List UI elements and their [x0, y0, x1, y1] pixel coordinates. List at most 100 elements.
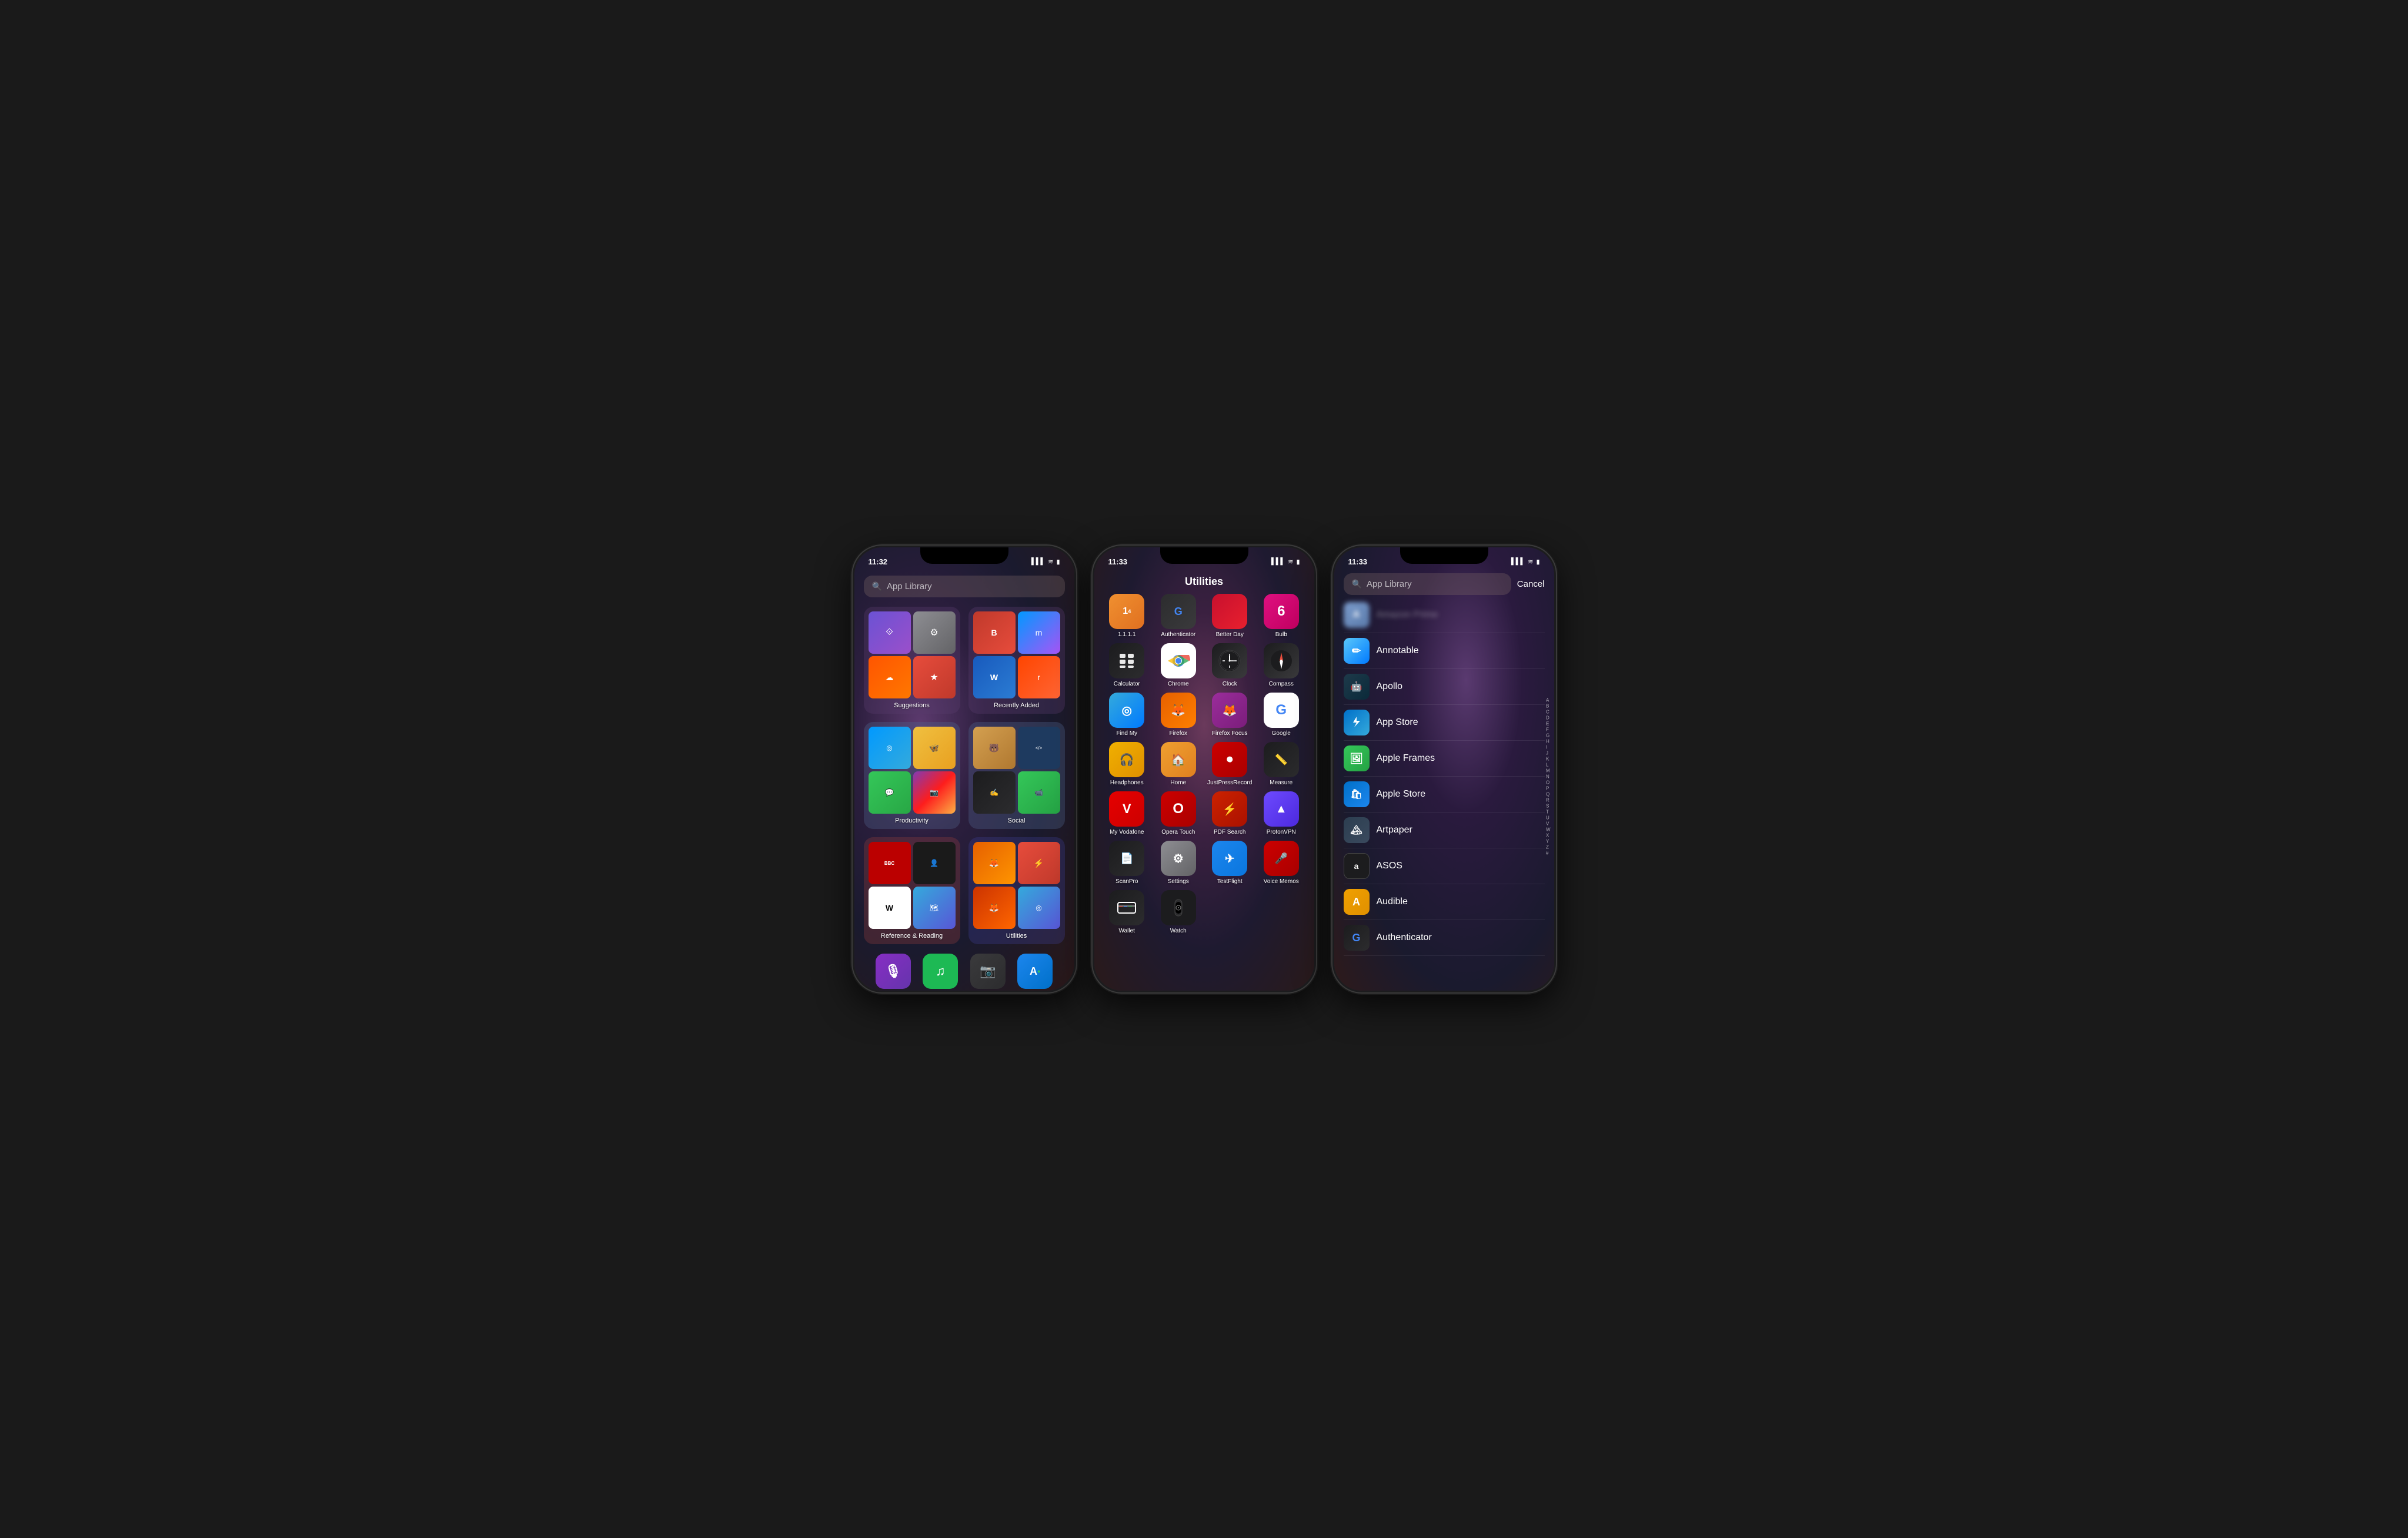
appstore3-icon	[1344, 710, 1370, 735]
clock-label: Clock	[1223, 681, 1237, 688]
app-authenticator[interactable]: G Authenticator	[1155, 594, 1202, 638]
cancel-button[interactable]: Cancel	[1517, 579, 1545, 589]
list-item-audible[interactable]: A Audible	[1344, 884, 1545, 920]
signal-icon: ▌▌▌	[1031, 558, 1045, 565]
app-findmy[interactable]: ◎ Find My	[1104, 693, 1151, 737]
app-bulb[interactable]: 6 Bulb	[1258, 594, 1305, 638]
app-testflight-bottom[interactable]: A●	[1015, 954, 1056, 989]
phone2-screen: 11:33 ▌▌▌ ≋ ▮ Utilities 14	[1094, 547, 1314, 991]
list-item-apollo[interactable]: 🤖 Apollo	[1344, 669, 1545, 705]
wifi-icon: ≋	[1048, 558, 1053, 566]
app-voicememos[interactable]: 🎤 Voice Memos	[1258, 841, 1305, 885]
testflight-label: TestFlight	[1217, 878, 1243, 885]
firefox-focus-label: Firefox Focus	[1212, 730, 1248, 737]
app-wallet[interactable]: Wallet	[1104, 890, 1151, 935]
recently-icon-3: W	[973, 656, 1016, 698]
pdfsearch-icon: ⚡	[1212, 791, 1247, 827]
list-item-appstore[interactable]: App Store	[1344, 705, 1545, 741]
social-icon-3: ✍	[973, 771, 1016, 814]
list-item-applestore[interactable]: 🛍 Apple Store	[1344, 777, 1545, 813]
list-item-asos[interactable]: a ASOS	[1344, 848, 1545, 884]
util-icon-1: 🦊	[973, 842, 1016, 884]
watch-icon	[1161, 890, 1196, 925]
app-headphones[interactable]: 🎧 Headphones	[1104, 742, 1151, 787]
app-opera[interactable]: O Opera Touch	[1155, 791, 1202, 836]
app-clock[interactable]: Clock	[1207, 643, 1254, 688]
social-title: Social	[1008, 817, 1026, 824]
phone2-time: 11:33	[1108, 557, 1128, 566]
alpha-index[interactable]: A B C D E F G H I J K L M N O	[1546, 698, 1551, 856]
app-firefox-focus[interactable]: 🦊 Firefox Focus	[1207, 693, 1254, 737]
phone-2: 11:33 ▌▌▌ ≋ ▮ Utilities 14	[1093, 546, 1316, 992]
phone2-notch	[1160, 547, 1248, 564]
phone1-category-grid: ⟐ ⚙ ☁ ★ Suggestions B m W r	[854, 602, 1074, 949]
app-jpr[interactable]: ⏺ JustPressRecord	[1207, 742, 1254, 787]
appstore3-label: App Store	[1377, 717, 1418, 728]
scanpro-label: ScanPro	[1116, 878, 1138, 885]
app-measure[interactable]: 📏 Measure	[1258, 742, 1305, 787]
app-chrome[interactable]: Chrome	[1155, 643, 1202, 688]
app-watch[interactable]: Watch	[1155, 890, 1202, 935]
category-suggestions[interactable]: ⟐ ⚙ ☁ ★ Suggestions	[864, 607, 960, 714]
app-podcasts[interactable]: 🎙	[873, 954, 914, 989]
wallet-label: Wallet	[1119, 928, 1135, 935]
opera-icon: O	[1161, 791, 1196, 827]
utilities-title: Utilities	[1006, 932, 1027, 939]
chrome-label: Chrome	[1168, 681, 1189, 688]
app-scanpro[interactable]: 📄 ScanPro	[1104, 841, 1151, 885]
list-item-authenticator[interactable]: G Authenticator	[1344, 920, 1545, 956]
suggestions-title: Suggestions	[894, 702, 930, 709]
jpr-label: JustPressRecord	[1207, 780, 1252, 787]
app-google[interactable]: G Google	[1258, 693, 1305, 737]
app-vodafone[interactable]: V My Vodafone	[1104, 791, 1151, 836]
betterday-icon	[1212, 594, 1247, 629]
search-icon: 🔍	[872, 581, 882, 591]
app-pdfsearch[interactable]: ⚡ PDF Search	[1207, 791, 1254, 836]
app-1111[interactable]: 14 1.1.1.1	[1104, 594, 1151, 638]
calculator-icon	[1109, 643, 1144, 678]
app-calculator[interactable]: Calculator	[1104, 643, 1151, 688]
phone3-search-bar[interactable]: 🔍 App Library	[1344, 573, 1511, 595]
app-home[interactable]: 🏠 Home	[1155, 742, 1202, 787]
applestore-label: Apple Store	[1377, 789, 1426, 800]
category-reference[interactable]: BBC 👤 W 🗺 Reference & Reading	[864, 837, 960, 944]
authenticator3-icon: G	[1344, 925, 1370, 951]
phone3-search-text: App Library	[1367, 579, 1412, 589]
testflight-icon: ✈	[1212, 841, 1247, 876]
firefox-icon: 🦊	[1161, 693, 1196, 728]
protonvpn-icon: ▲	[1264, 791, 1299, 827]
list-item-appleframes[interactable]: 🖼 Apple Frames	[1344, 741, 1545, 777]
list-item-annotable[interactable]: ✏ Annotable	[1344, 633, 1545, 669]
app-firefox[interactable]: 🦊 Firefox	[1155, 693, 1202, 737]
category-utilities[interactable]: 🦊 ⚡ 🦊 ◎ Utilities	[968, 837, 1065, 944]
category-social[interactable]: 🐻 </> ✍ 📹 Social	[968, 722, 1065, 829]
phone3-notch	[1400, 547, 1488, 564]
app-settings[interactable]: ⚙ Settings	[1155, 841, 1202, 885]
headphones-icon: 🎧	[1109, 742, 1144, 777]
app-testflight[interactable]: ✈ TestFlight	[1207, 841, 1254, 885]
artpaper-label: Artpaper	[1377, 825, 1412, 835]
category-recently-added[interactable]: B m W r Recently Added	[968, 607, 1065, 714]
compass-label: Compass	[1269, 681, 1294, 688]
app-spotify[interactable]: ♫	[920, 954, 961, 989]
phone3-app-list: A Amazon Prime ✏ Annotable 🤖 Apollo	[1334, 597, 1554, 956]
phone2-app-grid: 14 1.1.1.1 G Authenticator	[1094, 590, 1314, 938]
list-item-blur[interactable]: A Amazon Prime	[1344, 597, 1545, 633]
social-icon-4: 📹	[1018, 771, 1060, 814]
ref-icon-1: BBC	[869, 842, 911, 884]
app-betterday[interactable]: Better Day	[1207, 594, 1254, 638]
list-item-artpaper[interactable]: 🏔 Artpaper	[1344, 813, 1545, 848]
app-protonvpn[interactable]: ▲ ProtonVPN	[1258, 791, 1305, 836]
app-camera[interactable]: 📷	[968, 954, 1008, 989]
app-compass[interactable]: Compass	[1258, 643, 1305, 688]
app-1111-label: 1.1.1.1	[1118, 631, 1136, 638]
battery3-icon: ▮	[1536, 558, 1539, 566]
phone1-search-bar[interactable]: 🔍 App Library	[864, 576, 1065, 597]
category-productivity[interactable]: ◎ 🦋 💬 📷 Productivity	[864, 722, 960, 829]
settings-label: Settings	[1168, 878, 1189, 885]
google-icon: G	[1264, 693, 1299, 728]
firefox-label: Firefox	[1169, 730, 1187, 737]
phone3-status-icons: ▌▌▌ ≋ ▮	[1511, 558, 1540, 566]
apollo-icon: 🤖	[1344, 674, 1370, 700]
phone1-time: 11:32	[869, 557, 888, 566]
